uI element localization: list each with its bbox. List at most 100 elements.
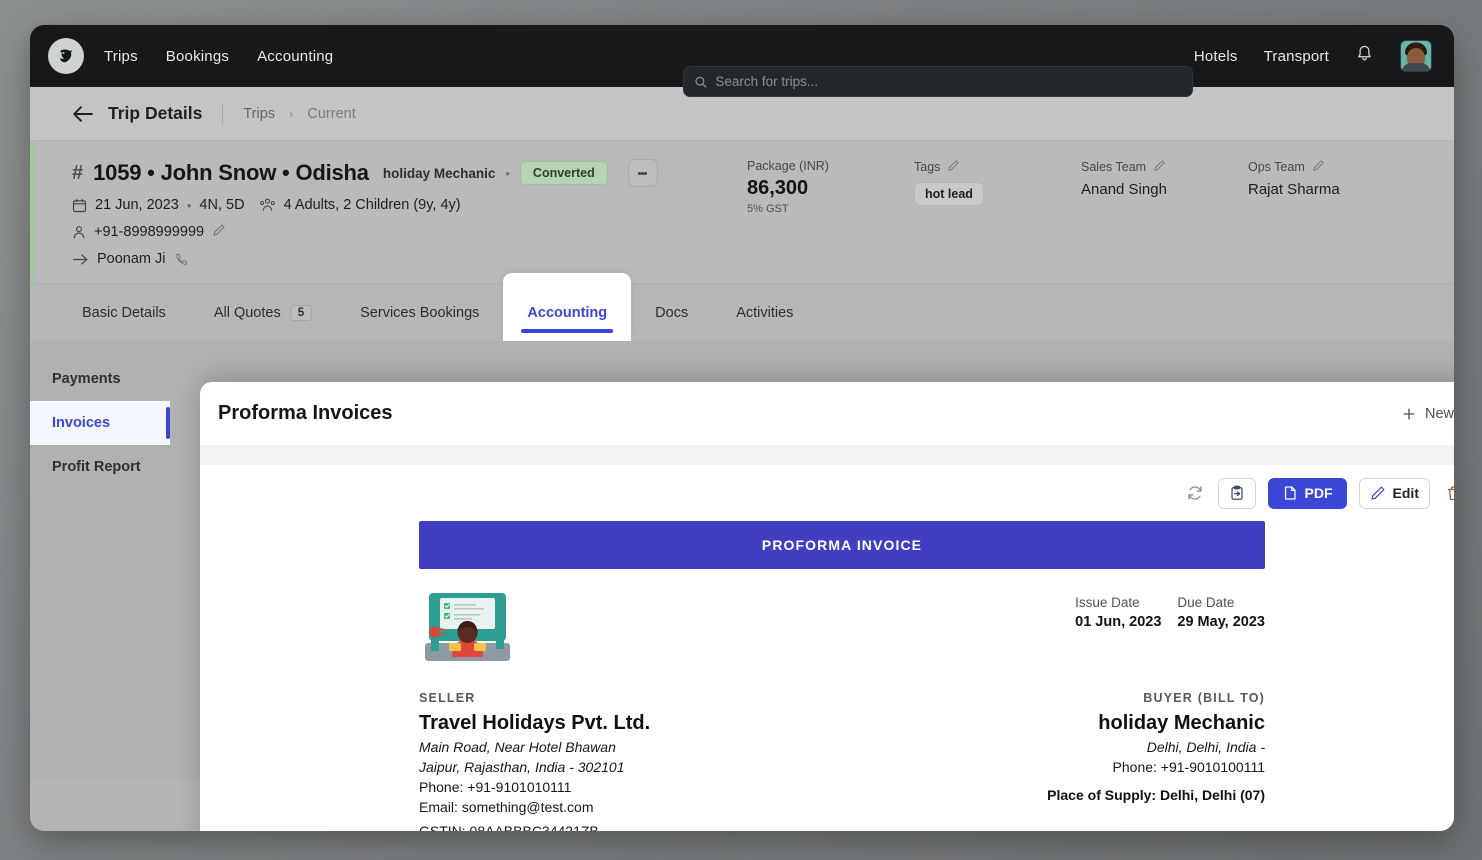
new-invoice-label: New bbox=[1425, 406, 1454, 422]
edit-invoice-button[interactable]: Edit bbox=[1359, 478, 1430, 509]
phone-icon[interactable] bbox=[174, 252, 189, 267]
seller-gstin: GSTIN: 08AABBBC34421ZB bbox=[419, 823, 650, 831]
nav-link-bookings[interactable]: Bookings bbox=[166, 48, 229, 65]
invoice-top-row: Issue Date 01 Jun, 2023 Due Date 29 May,… bbox=[419, 569, 1265, 667]
sales-team-label-text: Sales Team bbox=[1081, 160, 1146, 174]
bell-icon[interactable] bbox=[1355, 44, 1374, 68]
breadcrumb-item-current[interactable]: Current bbox=[307, 106, 355, 122]
tab-accounting-label: Accounting bbox=[527, 305, 607, 321]
issue-date-value: 01 Jun, 2023 bbox=[1075, 614, 1161, 630]
trash-icon[interactable] bbox=[1442, 482, 1454, 504]
tab-basic-details[interactable]: Basic Details bbox=[72, 284, 190, 341]
trip-assignee: Poonam Ji bbox=[97, 251, 166, 267]
tab-all-quotes-label: All Quotes bbox=[214, 305, 281, 321]
person-icon bbox=[72, 225, 86, 240]
breadcrumb-item-trips[interactable]: Trips bbox=[243, 106, 275, 122]
arrow-left-icon[interactable] bbox=[72, 105, 94, 123]
buyer-phone: Phone: +91-9010100111 bbox=[1047, 759, 1265, 775]
separator-dot-2: • bbox=[187, 198, 192, 213]
new-invoice-button[interactable]: New bbox=[1402, 406, 1454, 422]
workspace-illustration bbox=[419, 587, 516, 667]
file-pdf-icon bbox=[1282, 485, 1298, 501]
search-input[interactable] bbox=[715, 74, 1182, 89]
due-date-value: 29 May, 2023 bbox=[1177, 614, 1265, 630]
sales-team-block: Sales Team Anand Singh bbox=[1081, 159, 1248, 215]
people-icon bbox=[259, 198, 276, 213]
seller-address-line2: Jaipur, Rajasthan, India - 302101 bbox=[419, 759, 650, 775]
breadcrumb-divider bbox=[222, 103, 223, 125]
search-box[interactable] bbox=[683, 66, 1193, 97]
package-label: Package (INR) bbox=[747, 159, 914, 173]
hash-symbol: # bbox=[72, 162, 83, 185]
tab-docs[interactable]: Docs bbox=[631, 284, 712, 341]
tags-label: Tags bbox=[914, 159, 1081, 175]
nav-link-trips[interactable]: Trips bbox=[104, 48, 138, 65]
more-vertical-icon[interactable] bbox=[628, 159, 658, 187]
trip-summary-card: # 1059 • John Snow • Odisha holiday Mech… bbox=[30, 141, 1454, 283]
package-amount: 86,300 bbox=[747, 177, 914, 200]
sales-pencil-icon[interactable] bbox=[1153, 159, 1166, 175]
invoice-dates: Issue Date 01 Jun, 2023 Due Date 29 May,… bbox=[1075, 587, 1265, 667]
due-date-block: Due Date 29 May, 2023 bbox=[1177, 595, 1265, 667]
buyer-name: holiday Mechanic bbox=[1047, 712, 1265, 735]
pdf-button-label: PDF bbox=[1305, 485, 1333, 501]
tag-chip[interactable]: hot lead bbox=[914, 182, 984, 206]
package-gst: 5% GST bbox=[747, 203, 914, 215]
clipboard-copy-icon bbox=[1229, 485, 1245, 501]
sidebar-item-profit-report[interactable]: Profit Report bbox=[30, 445, 170, 489]
place-of-supply: Place of Supply: Delhi, Delhi (07) bbox=[1047, 787, 1265, 803]
status-badge[interactable]: Converted bbox=[520, 161, 608, 185]
pdf-button[interactable]: PDF bbox=[1268, 478, 1347, 509]
tab-all-quotes[interactable]: All Quotes 5 bbox=[190, 284, 336, 341]
trip-date: 21 Jun, 2023 bbox=[95, 197, 179, 213]
seller-block: SELLER Travel Holidays Pvt. Ltd. Main Ro… bbox=[419, 691, 650, 831]
nav-link-accounting[interactable]: Accounting bbox=[257, 48, 333, 65]
issue-date-label: Issue Date bbox=[1075, 595, 1161, 610]
sidebar-item-profit-report-label: Profit Report bbox=[52, 459, 141, 475]
refresh-icon[interactable] bbox=[1184, 482, 1206, 504]
tab-basic-details-label: Basic Details bbox=[82, 305, 166, 321]
ops-team-block: Ops Team Rajat Sharma bbox=[1248, 159, 1415, 215]
tags-pencil-icon[interactable] bbox=[947, 159, 960, 175]
sidebar-item-payments[interactable]: Payments bbox=[30, 357, 170, 401]
pencil-icon[interactable] bbox=[212, 223, 226, 241]
tab-activities[interactable]: Activities bbox=[712, 284, 817, 341]
separator-dot: • bbox=[505, 166, 510, 181]
avatar[interactable] bbox=[1400, 40, 1432, 72]
ops-team-label-text: Ops Team bbox=[1248, 160, 1305, 174]
sidebar-item-invoices[interactable]: Invoices bbox=[30, 401, 170, 445]
calendar-icon bbox=[72, 198, 87, 213]
edit-button-label: Edit bbox=[1393, 485, 1419, 501]
issue-date-block: Issue Date 01 Jun, 2023 bbox=[1075, 595, 1161, 667]
tab-activities-label: Activities bbox=[736, 305, 793, 321]
tab-services-bookings[interactable]: Services Bookings bbox=[336, 284, 503, 341]
arrow-right-icon bbox=[72, 253, 89, 266]
modal-header-divider bbox=[200, 445, 1454, 465]
tab-bar: Basic Details All Quotes 5 Services Book… bbox=[30, 283, 1454, 341]
modal-header: Proforma Invoices New bbox=[200, 382, 1454, 445]
trip-company: holiday Mechanic bbox=[383, 166, 496, 181]
tab-docs-label: Docs bbox=[655, 305, 688, 321]
tab-accounting[interactable]: Accounting bbox=[503, 273, 631, 341]
trip-assignee-row: Poonam Ji bbox=[72, 251, 1454, 267]
bird-logo-icon[interactable] bbox=[48, 38, 84, 74]
breadcrumb-chevron: › bbox=[289, 106, 293, 121]
tags-block: Tags hot lead bbox=[914, 159, 1081, 215]
sidebar-item-invoices-label: Invoices bbox=[52, 415, 110, 431]
seller-heading: SELLER bbox=[419, 691, 650, 705]
buyer-block: BUYER (BILL TO) holiday Mechanic Delhi, … bbox=[1047, 691, 1265, 831]
invoice-document: PROFORMA INVOICE bbox=[200, 521, 1454, 831]
app-window: Trips Bookings Accounting Hotels Transpo… bbox=[30, 25, 1454, 831]
ops-pencil-icon[interactable] bbox=[1312, 159, 1325, 175]
search-icon bbox=[694, 75, 707, 89]
nav-link-transport[interactable]: Transport bbox=[1264, 48, 1329, 65]
sales-team-label: Sales Team bbox=[1081, 159, 1248, 175]
invoice-banner: PROFORMA INVOICE bbox=[419, 521, 1265, 569]
tab-active-underline bbox=[521, 329, 613, 333]
copy-invoice-button[interactable] bbox=[1218, 478, 1256, 509]
nav-link-hotels[interactable]: Hotels bbox=[1194, 48, 1238, 65]
trip-pax: 4 Adults, 2 Children (9y, 4y) bbox=[284, 197, 461, 213]
trip-duration: 4N, 5D bbox=[199, 197, 244, 213]
trip-phone-row: +91-8998999999 bbox=[72, 223, 1454, 241]
ops-team-name: Rajat Sharma bbox=[1248, 181, 1415, 198]
